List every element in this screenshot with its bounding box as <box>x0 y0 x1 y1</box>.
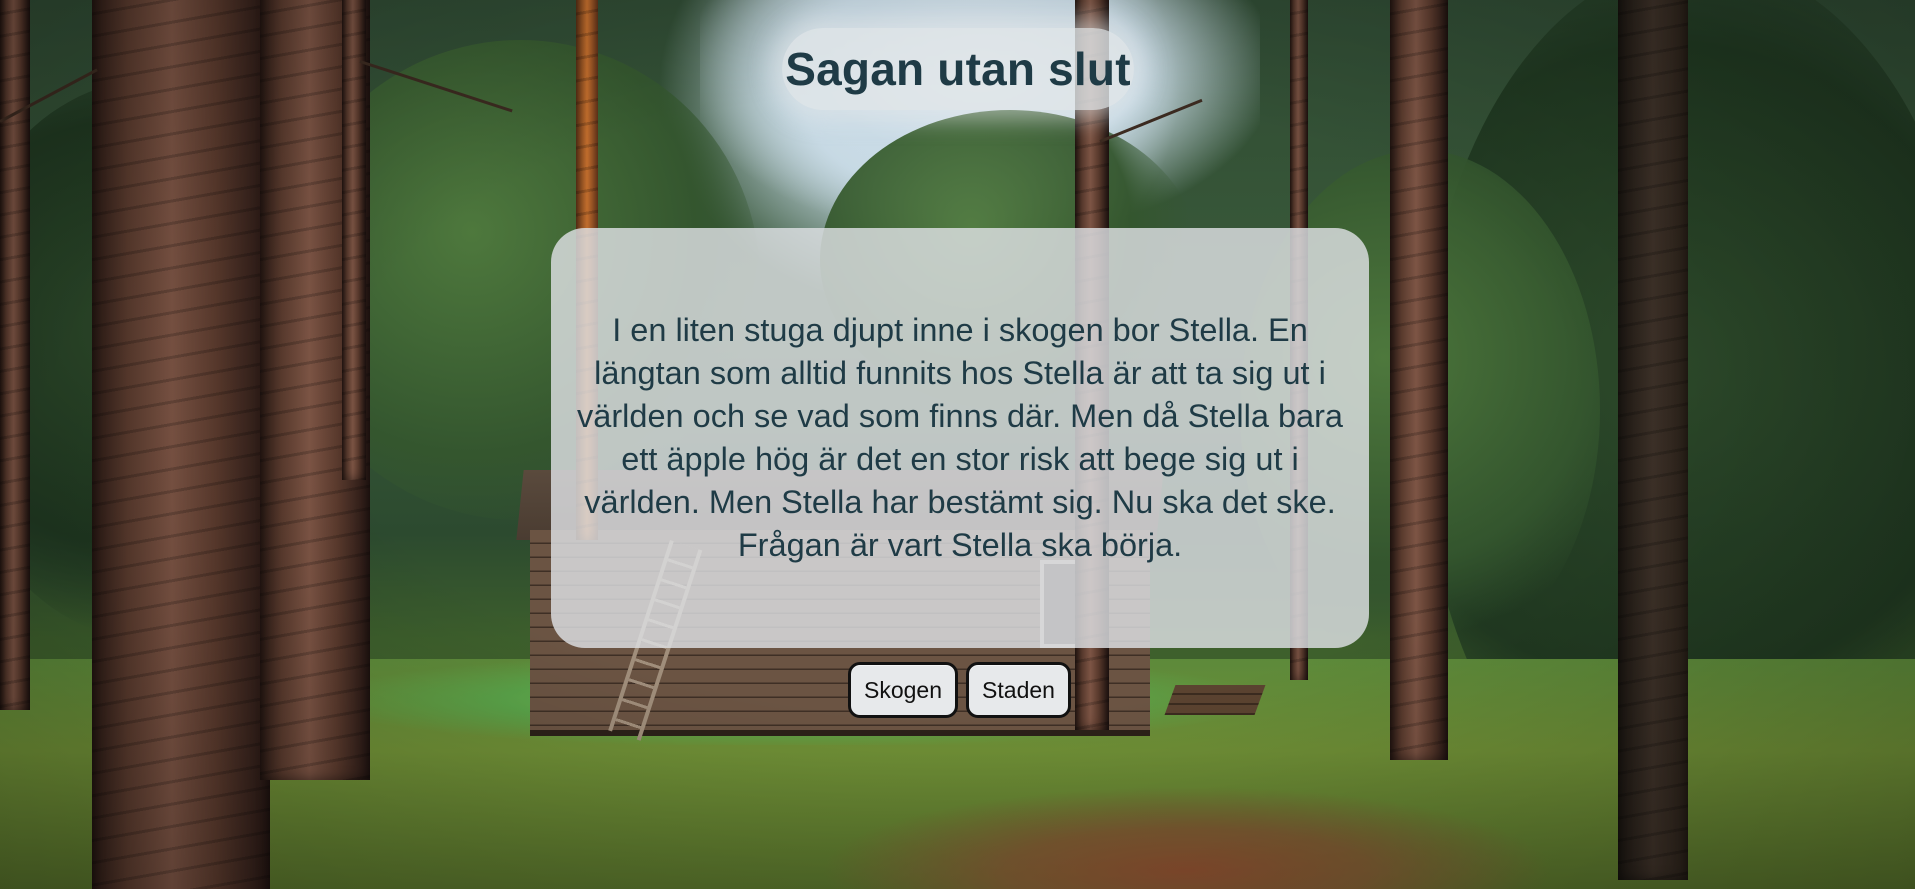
story-card: I en liten stuga djupt inne i skogen bor… <box>551 228 1369 648</box>
tree-trunk-right <box>1390 0 1448 760</box>
tree-trunk-large-left <box>92 0 270 889</box>
choice-buttons: Skogen Staden <box>848 662 1071 718</box>
page-title: Sagan utan slut <box>785 43 1131 95</box>
choice-staden-button[interactable]: Staden <box>966 662 1071 718</box>
cabin-steps <box>1164 685 1266 715</box>
tree-trunk-far-right <box>1618 0 1688 880</box>
story-text: I en liten stuga djupt inne i skogen bor… <box>577 312 1343 563</box>
title-banner: Sagan utan slut <box>782 28 1134 110</box>
tree-trunk-thin-left <box>342 0 366 480</box>
choice-skogen-button[interactable]: Skogen <box>848 662 958 718</box>
